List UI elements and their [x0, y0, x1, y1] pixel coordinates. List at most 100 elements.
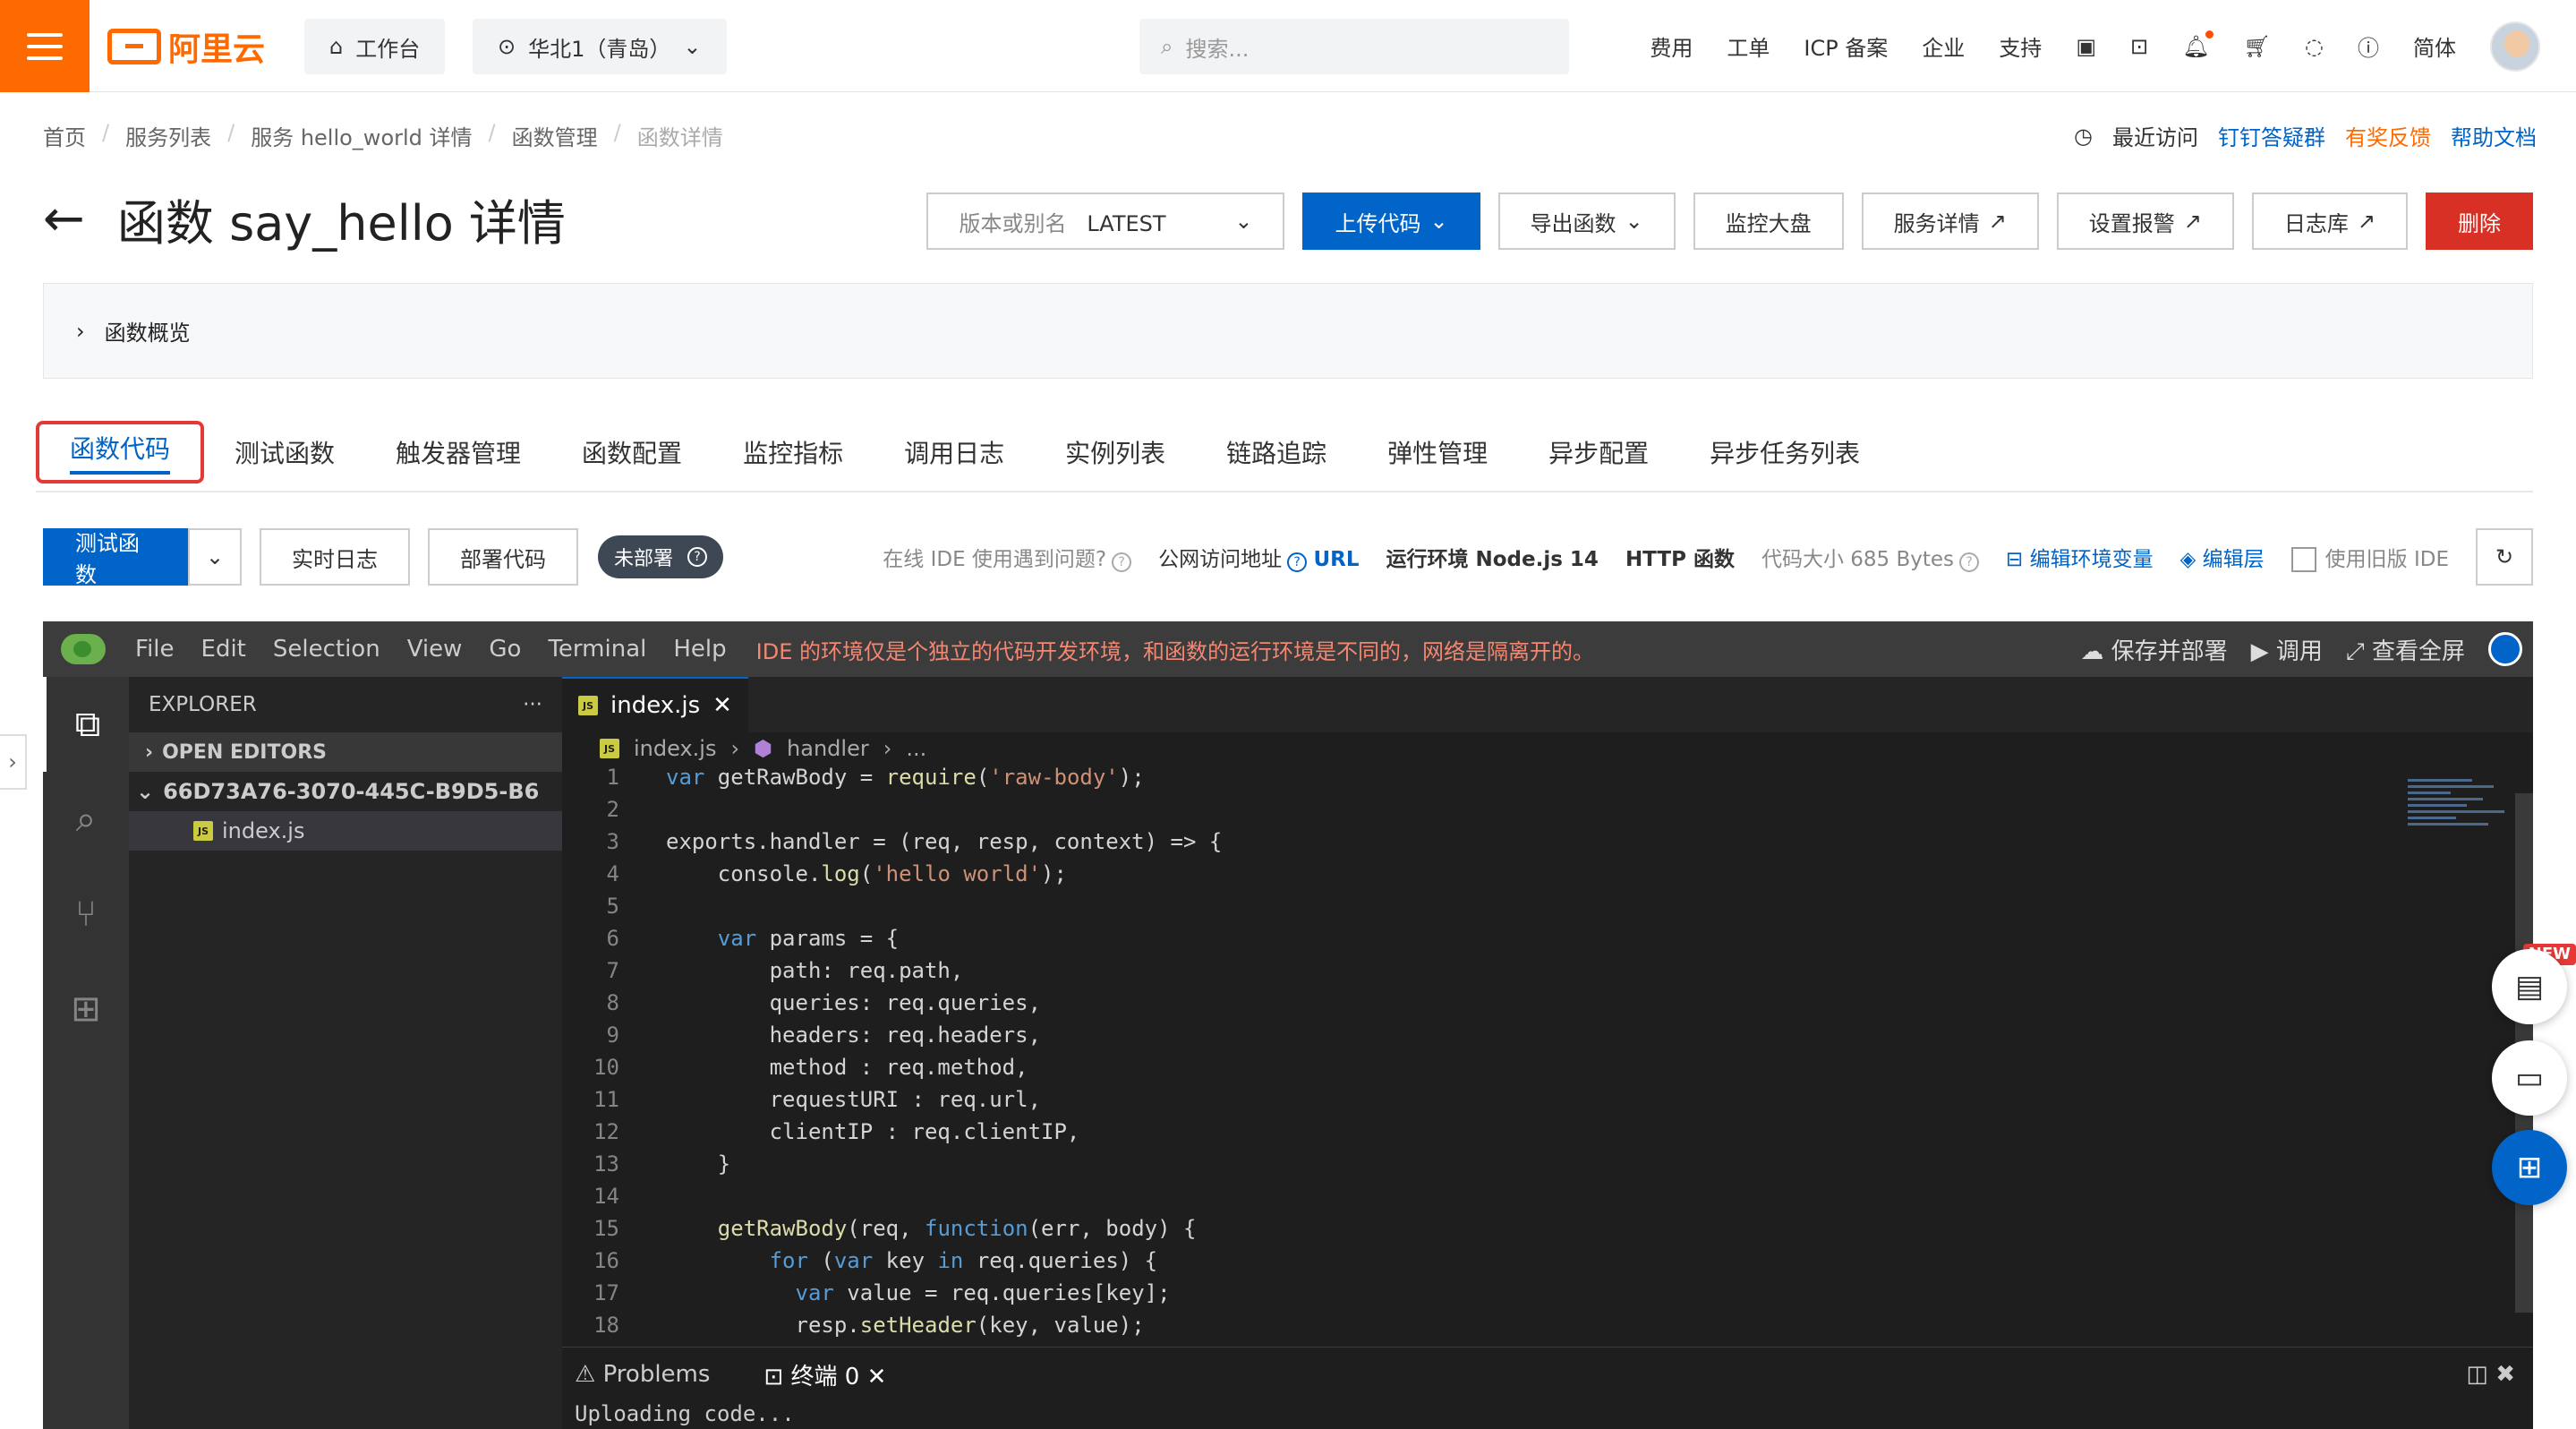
set-alarm-button[interactable]: 设置报警 ↗ [2056, 193, 2234, 250]
problems-tab[interactable]: ⚠ Problems [575, 1361, 710, 1388]
tab-test-function[interactable]: 测试函数 [204, 416, 365, 488]
file-index-js[interactable]: JS index.js [129, 811, 562, 851]
code-line[interactable]: 5 [562, 894, 2469, 926]
tab-tracing[interactable]: 链路追踪 [1196, 416, 1357, 488]
apps-grid-icon[interactable]: ⊞ [2492, 1130, 2567, 1205]
back-arrow-icon[interactable]: ← [43, 190, 85, 248]
code-line[interactable]: 13 } [562, 1151, 2469, 1184]
split-panel-icon[interactable]: ◫ ✖ [2466, 1361, 2533, 1388]
menu-help[interactable]: Help [660, 636, 739, 663]
fullscreen-button[interactable]: ⤢ 查看全屏 [2346, 633, 2465, 666]
breadcrumb-service-detail[interactable]: 服务 hello_world 详情 [251, 120, 472, 151]
tab-scaling[interactable]: 弹性管理 [1357, 416, 1518, 488]
tab-config[interactable]: 函数配置 [551, 416, 712, 488]
link-enterprise[interactable]: 企业 [1922, 30, 1965, 62]
menu-selection[interactable]: Selection [260, 636, 394, 663]
function-overview-collapse[interactable]: › 函数概览 [43, 283, 2533, 379]
terminal-icon[interactable]: ⊡ [2130, 34, 2148, 59]
breadcrumb-services[interactable]: 服务列表 [125, 120, 211, 151]
tab-function-code[interactable]: 函数代码 [36, 421, 205, 483]
link-billing[interactable]: 费用 [1650, 30, 1693, 62]
help-docs-link[interactable]: 帮助文档 [2451, 120, 2537, 151]
breadcrumb-functions[interactable]: 函数管理 [512, 120, 598, 151]
cart-icon[interactable]: 🛒︎ [2244, 34, 2271, 59]
account-icon[interactable] [2488, 632, 2522, 666]
help-icon[interactable]: ? [687, 547, 708, 567]
side-expand-handle[interactable]: › [0, 734, 27, 790]
menu-edit[interactable]: Edit [188, 636, 260, 663]
deploy-code-button[interactable]: 部署代码 [428, 528, 578, 586]
lightbulb-icon[interactable]: ◌ [2305, 34, 2324, 59]
code-line[interactable]: 2 [562, 797, 2469, 829]
code-line[interactable]: 17 var value = req.queries[key]; [562, 1280, 2469, 1313]
refresh-button[interactable]: ↻ [2476, 528, 2533, 586]
workbench-button[interactable]: ⌂ 工作台 [304, 19, 446, 74]
recent-visits-link[interactable]: 最近访问 [2112, 120, 2198, 151]
code-line[interactable]: 14 [562, 1184, 2469, 1216]
help-icon[interactable]: ? [1959, 552, 1980, 572]
realtime-log-button[interactable]: 实时日志 [260, 528, 410, 586]
more-icon[interactable]: ··· [523, 693, 542, 716]
region-selector[interactable]: ⊙ 华北1（青岛） ⌄ [473, 19, 727, 74]
code-line[interactable]: 1 var getRawBody = require('raw-body'); [562, 765, 2469, 797]
invoke-button[interactable]: ▶ 调用 [2251, 633, 2323, 666]
code-line[interactable]: 12 clientIP : req.clientIP, [562, 1119, 2469, 1151]
link-ticket[interactable]: 工单 [1727, 30, 1770, 62]
code-line[interactable]: 18 resp.setHeader(key, value); [562, 1313, 2469, 1345]
code-line[interactable]: 10 method : req.method, [562, 1055, 2469, 1087]
service-detail-button[interactable]: 服务详情 ↗ [1861, 193, 2039, 250]
link-support[interactable]: 支持 [1999, 30, 2042, 62]
code-line[interactable]: 4 console.log('hello world'); [562, 861, 2469, 894]
tab-metrics[interactable]: 监控指标 [712, 416, 874, 488]
code-area[interactable]: 1 var getRawBody = require('raw-body'); 2 3… [562, 765, 2469, 1345]
code-line[interactable]: 3 exports.handler = (req, resp, context) … [562, 829, 2469, 861]
tab-instances[interactable]: 实例列表 [1035, 416, 1196, 488]
brand-logo[interactable]: 阿里云 [107, 25, 265, 68]
edit-env-link[interactable]: ⊟ 编辑环境变量 [2006, 542, 2154, 572]
test-function-button[interactable]: 测试函数 [43, 528, 188, 587]
code-line[interactable]: 11 requestURI : req.url, [562, 1087, 2469, 1119]
version-select[interactable]: 版本或别名 LATEST ⌄ [926, 193, 1285, 250]
menu-terminal[interactable]: Terminal [534, 636, 660, 663]
menu-icon[interactable] [0, 0, 90, 92]
code-line[interactable]: 8 queries: req.queries, [562, 990, 2469, 1023]
code-line[interactable]: 16 for (var key in req.queries) { [562, 1248, 2469, 1280]
terminal-tab[interactable]: ⊡ 终端 0 ✕ [763, 1358, 886, 1391]
old-ide-checkbox[interactable]: 使用旧版 IDE [2290, 542, 2449, 573]
minimap[interactable] [2408, 775, 2515, 856]
open-editors-section[interactable]: › OPEN EDITORS [129, 732, 562, 772]
link-icp[interactable]: ICP 备案 [1804, 30, 1888, 62]
delete-button[interactable]: 删除 [2426, 193, 2533, 250]
crumb-more[interactable]: ... [906, 736, 926, 761]
url-link[interactable]: URL [1313, 548, 1359, 571]
save-deploy-button[interactable]: ☁ 保存并部署 [2080, 633, 2227, 666]
close-icon[interactable]: ✕ [712, 692, 732, 719]
breadcrumb-home[interactable]: 首页 [43, 120, 86, 151]
dingtalk-link[interactable]: 钉钉答疑群 [2218, 120, 2325, 151]
code-line[interactable]: 9 headers: req.headers, [562, 1023, 2469, 1055]
help-icon[interactable]: ? [1287, 552, 1308, 572]
code-line[interactable]: 7 path: req.path, [562, 958, 2469, 990]
tab-invoke-logs[interactable]: 调用日志 [874, 416, 1035, 488]
edit-layer-link[interactable]: ◈ 编辑层 [2180, 542, 2265, 572]
source-control-icon[interactable]: ⑂ [43, 867, 129, 962]
menu-go[interactable]: Go [475, 636, 534, 663]
project-folder[interactable]: ⌄ 66D73A76-3070-445C-B9D5-B6 [129, 772, 562, 811]
explorer-files-icon[interactable]: ⧉ [43, 677, 129, 772]
bell-icon[interactable]: 🔔︎ [2182, 30, 2214, 59]
code-line[interactable]: 6 var params = { [562, 926, 2469, 958]
help-icon[interactable]: ⓘ [2358, 30, 2379, 62]
editor-tab-index-js[interactable]: JS index.js ✕ [562, 677, 748, 732]
menu-file[interactable]: File [122, 636, 188, 663]
test-options-dropdown[interactable]: ⌄ [188, 528, 242, 586]
app-icon[interactable]: ▣ [2076, 34, 2096, 59]
crumb-file[interactable]: index.js [634, 736, 716, 761]
upload-code-button[interactable]: 上传代码 ⌄ [1302, 193, 1480, 250]
search-input[interactable]: ⌕ 搜索... [1139, 19, 1569, 74]
feedback-link[interactable]: 有奖反馈 [2345, 120, 2431, 151]
extensions-icon[interactable]: ⊞ [43, 962, 129, 1057]
chat-icon[interactable]: ▭ [2492, 1040, 2567, 1116]
export-function-button[interactable]: 导出函数 ⌄ [1497, 193, 1676, 250]
search-icon[interactable]: ⌕ [43, 772, 129, 867]
guide-book-icon[interactable]: ▤ [2492, 949, 2567, 1024]
